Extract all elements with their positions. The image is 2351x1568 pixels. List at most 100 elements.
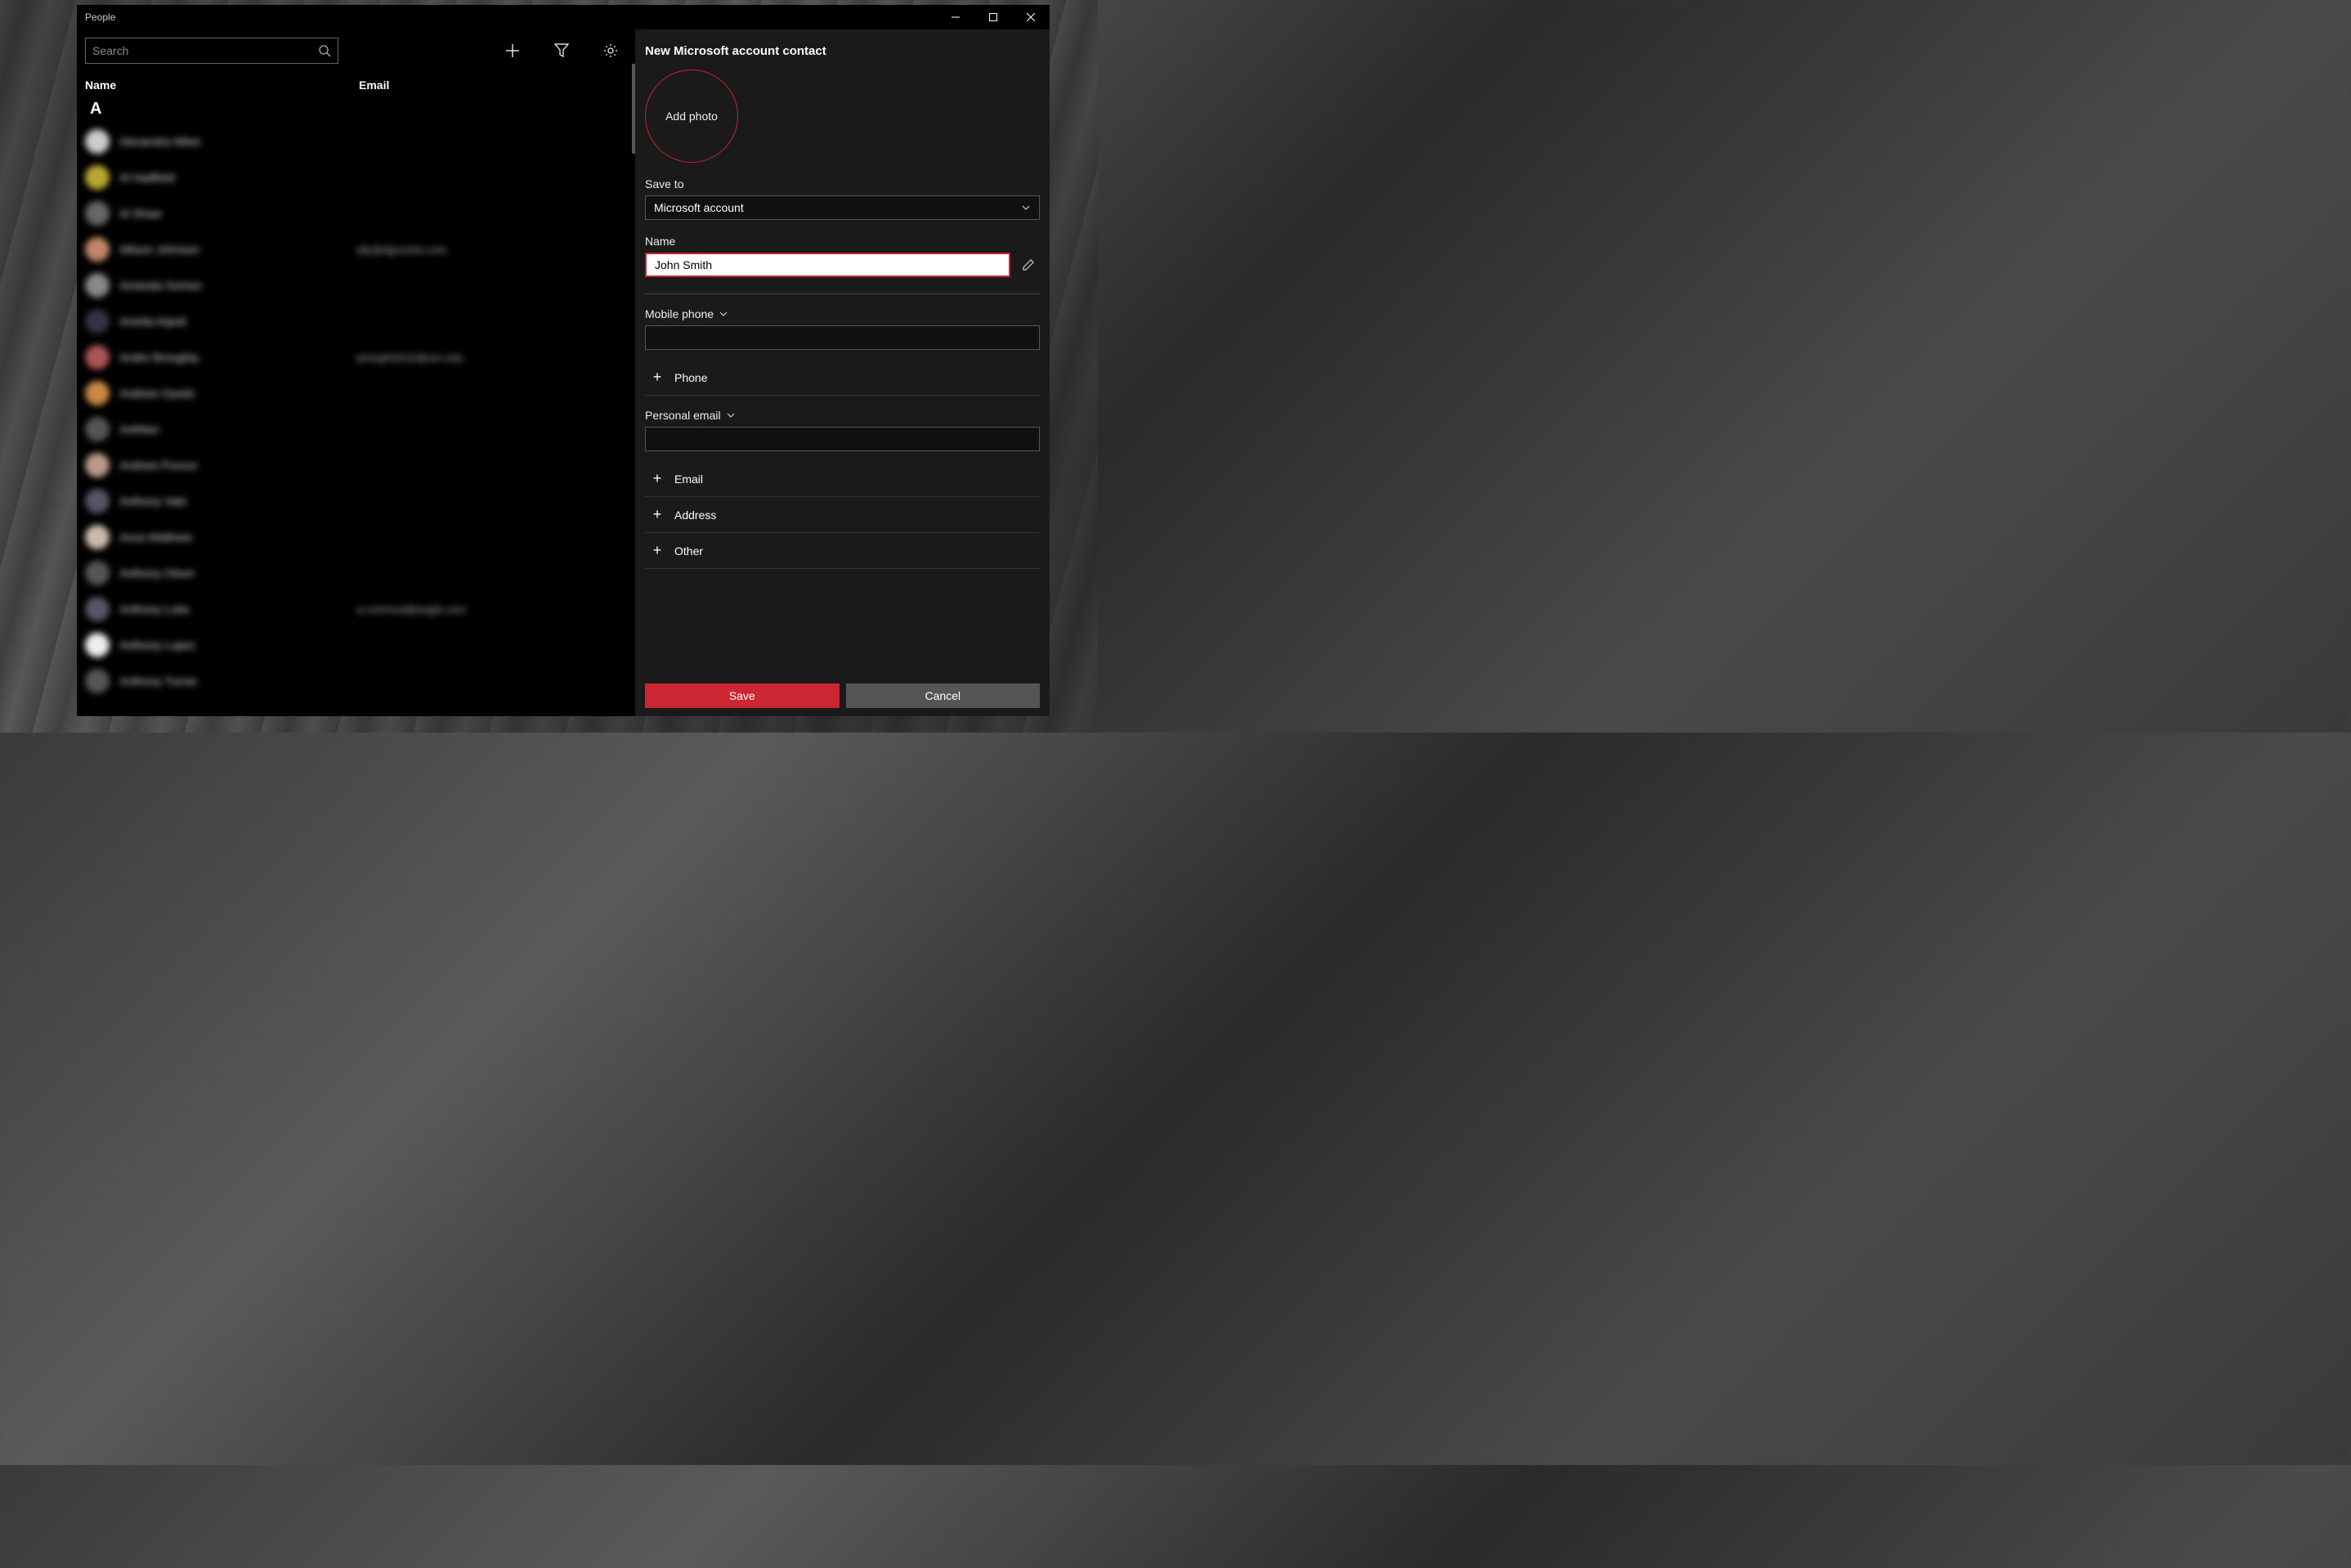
minimize-button[interactable] [937,5,974,29]
contact-row[interactable]: Andrew Oyeds [77,375,635,411]
new-contact-panel: New Microsoft account contact Add photo … [635,29,1050,716]
contact-name: Andrew Ponzur [119,459,356,472]
contact-row[interactable]: Anthber [77,411,635,447]
add-phone-label: Phone [674,371,707,384]
cancel-button[interactable]: Cancel [846,683,1041,708]
contact-name: Andrew Oyeds [119,387,356,400]
search-icon [318,44,331,57]
scrollbar[interactable] [632,64,635,154]
contact-name: Anthony Vale [119,495,356,508]
plus-icon [505,43,520,58]
panel-title: New Microsoft account contact [645,44,1040,58]
columns-header: Name Email [77,72,635,98]
maximize-button[interactable] [974,5,1012,29]
contact-name: Anthony Turner [119,674,356,688]
contact-name: Anthony Luke [119,603,356,616]
avatar [85,417,110,441]
avatar [85,669,110,693]
window-controls [937,5,1050,29]
contact-row[interactable]: Allison Johnsonally@dgrocker.com [77,231,635,267]
contact-row[interactable]: Anza Matthew [77,519,635,555]
contact-row[interactable]: Anthony Lopez [77,627,635,663]
add-photo-button[interactable]: Add photo [645,69,738,163]
avatar [85,525,110,549]
panel-actions: Save Cancel [645,683,1040,708]
contact-row[interactable]: Al Hadfield [77,159,635,195]
add-email-button[interactable]: + Email [645,461,1040,497]
personal-email-label[interactable]: Personal email [645,409,1040,422]
avatar [85,165,110,190]
section-letter[interactable]: A [77,98,635,123]
avatar [85,597,110,621]
contact-row[interactable]: Al Shaw [77,195,635,231]
plus-icon: + [650,369,665,386]
contact-list[interactable]: Alexandra Miles Al Hadfield Al Shaw Allison… [77,123,635,716]
plus-icon: + [650,542,665,559]
plus-icon: + [650,470,665,487]
contact-email: a.commod@eagle.com [356,603,466,616]
titlebar: People [77,5,1050,29]
avatar [85,309,110,334]
contact-row[interactable]: Alexandra Miles [77,123,635,159]
contact-email: pinsight2010@um.edu [356,352,463,364]
minimize-icon [952,13,960,21]
save-button[interactable]: Save [645,683,840,708]
contacts-pane: Name Email A Alexandra MilesAl HadfieldA… [77,29,635,716]
filter-button[interactable] [545,34,578,67]
avatar [85,345,110,370]
avatar [85,129,110,154]
contact-row[interactable]: Anthony Vale [77,483,635,519]
add-photo-label: Add photo [665,109,718,123]
add-other-label: Other [674,544,703,558]
add-address-button[interactable]: + Address [645,497,1040,533]
contact-row[interactable]: Amelia Kipolt [77,303,635,339]
plus-icon: + [650,506,665,523]
contact-name: Andre Broughty [119,351,356,364]
add-other-button[interactable]: + Other [645,533,1040,569]
toolbar [77,29,635,72]
contact-row[interactable]: Amanda Gomez [77,267,635,303]
name-input[interactable] [645,253,1010,277]
contact-name: Anthony Lopez [119,638,356,652]
add-phone-button[interactable]: + Phone [645,360,1040,396]
avatar [85,237,110,262]
contact-name: Al Hadfield [119,171,356,184]
mobile-phone-input[interactable] [645,325,1040,350]
contact-name: Alexandra Miles [119,135,356,148]
search-box[interactable] [85,38,338,64]
save-to-dropdown[interactable]: Microsoft account [645,195,1040,220]
contact-row[interactable]: Anthony Turner [77,663,635,699]
contact-row[interactable]: Andrew Ponzur [77,447,635,483]
close-icon [1027,13,1035,21]
contact-name: Anza Matthew [119,531,356,544]
settings-button[interactable] [594,34,627,67]
pencil-icon [1022,258,1035,271]
add-address-label: Address [674,508,716,522]
contact-name: Anthber [119,423,356,436]
close-button[interactable] [1012,5,1050,29]
chevron-down-icon [719,309,728,319]
column-email[interactable]: Email [359,78,627,92]
mobile-phone-label[interactable]: Mobile phone [645,307,1040,320]
personal-email-input[interactable] [645,427,1040,451]
add-email-label: Email [674,473,703,486]
contact-row[interactable]: Andre Broughtypinsight2010@um.edu [77,339,635,375]
avatar [85,453,110,477]
filter-icon [554,43,569,58]
maximize-icon [989,13,997,21]
gear-icon [603,43,618,58]
contact-row[interactable]: Anthony Olson [77,555,635,591]
chevron-down-icon [726,410,736,420]
name-label: Name [645,235,1040,248]
save-to-value: Microsoft account [654,201,744,214]
search-input[interactable] [92,44,318,57]
edit-name-button[interactable] [1017,253,1040,276]
add-contact-button[interactable] [496,34,529,67]
column-name[interactable]: Name [85,78,359,92]
avatar [85,201,110,226]
contact-name: Anthony Olson [119,567,356,580]
contact-row[interactable]: Anthony Lukea.commod@eagle.com [77,591,635,627]
contact-name: Al Shaw [119,207,356,220]
save-to-label: Save to [645,177,1040,190]
avatar [85,273,110,298]
